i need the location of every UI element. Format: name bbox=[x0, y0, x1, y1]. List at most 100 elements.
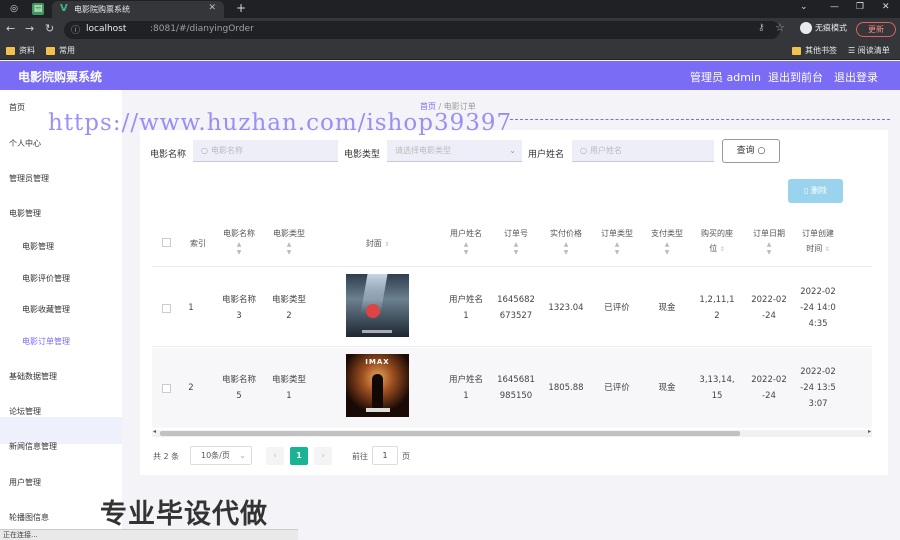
movie-poster-image[interactable]: IMAX bbox=[346, 354, 409, 417]
page-size-select[interactable]: 10条/页 ⌄ bbox=[190, 446, 252, 465]
col-movie-name[interactable]: 电影名称 ▲ ▼ bbox=[216, 226, 262, 257]
movie-type-label: 电影类型 bbox=[344, 150, 381, 160]
reading-list[interactable]: ☰ 阅读清单 bbox=[848, 45, 890, 56]
sidebar-item-carousel[interactable]: 轮播图信息 bbox=[9, 512, 49, 523]
close-window-icon[interactable]: ✕ bbox=[882, 2, 890, 12]
col-price[interactable]: 实付价格 ▲ ▼ bbox=[543, 226, 589, 257]
query-label: 查询 bbox=[736, 146, 755, 156]
scrollbar-thumb[interactable] bbox=[160, 431, 740, 436]
row-checkbox[interactable] bbox=[162, 304, 171, 313]
query-button[interactable]: 查询 ○ bbox=[722, 139, 780, 163]
sort-icon[interactable]: ▲ ▼ bbox=[494, 241, 538, 257]
sidebar-sub-movie-favorite[interactable]: 电影收藏管理 bbox=[22, 304, 70, 315]
cell-line: -24 14:0 bbox=[800, 303, 836, 313]
cell-line: 电影类型 bbox=[271, 295, 306, 305]
cell-line: 电影类型 bbox=[271, 375, 306, 385]
sort-icon[interactable]: ▲ ▼ bbox=[644, 241, 690, 257]
bookmark-star-icon[interactable]: ☆ bbox=[775, 21, 785, 34]
col-order-date[interactable]: 订单日期 ▲ ▼ bbox=[746, 226, 792, 257]
url-field[interactable]: ⓘ localhost :8081/#/dianyingOrder bbox=[64, 21, 780, 39]
browser-tab-active[interactable]: V 电影院购票系统 ✕ bbox=[52, 1, 224, 18]
poster-figure bbox=[372, 374, 383, 408]
sort-icon[interactable]: ⇕ bbox=[384, 241, 389, 248]
sidebar-sub-movie-order[interactable]: 电影订单管理 bbox=[22, 336, 70, 347]
sort-icon[interactable]: ▲ ▼ bbox=[746, 241, 792, 257]
tab-search-icon[interactable]: ⌄ bbox=[800, 2, 808, 12]
address-bar: ← → ↻ ⓘ localhost :8081/#/dianyingOrder … bbox=[0, 18, 900, 42]
select-all-checkbox[interactable] bbox=[162, 238, 171, 247]
bookmarks-bar: 资料 常用 其他书签 ☰ 阅读清单 bbox=[0, 42, 900, 60]
sidebar-sub-movie-review[interactable]: 电影评价管理 bbox=[22, 273, 70, 284]
scroll-right-icon[interactable]: ▸ bbox=[868, 428, 871, 435]
sidebar-sub-movie-manage[interactable]: 电影管理 bbox=[22, 241, 54, 252]
site-info-icon[interactable]: ⓘ bbox=[71, 23, 80, 36]
cell-user-name: 用户姓名 1 bbox=[444, 372, 488, 404]
col-label: 订单创建 bbox=[802, 229, 834, 238]
movie-type-placeholder: 请选择电影类型 bbox=[395, 146, 451, 155]
movie-type-select[interactable]: 请选择电影类型 ⌄ bbox=[387, 140, 522, 162]
logout-link[interactable]: 退出登录 bbox=[834, 69, 878, 85]
col-order-type[interactable]: 订单类型 ▲ ▼ bbox=[594, 226, 640, 257]
col-order-no[interactable]: 订单号 ▲ ▼ bbox=[494, 226, 538, 257]
col-user-name[interactable]: 用户姓名 ▲ ▼ bbox=[444, 226, 488, 257]
scroll-left-icon[interactable]: ◂ bbox=[153, 428, 156, 435]
sidebar-item-home[interactable]: 首页 bbox=[9, 102, 25, 113]
goto-page-input[interactable]: 1 bbox=[372, 446, 398, 465]
back-icon[interactable]: ← bbox=[6, 22, 15, 35]
cell-line: 1 bbox=[463, 311, 469, 321]
col-created[interactable]: 订单创建 时间 ⇕ bbox=[796, 226, 840, 257]
movie-poster-image[interactable] bbox=[346, 274, 409, 337]
forward-icon[interactable]: → bbox=[25, 22, 34, 35]
page-number-current[interactable]: 1 bbox=[290, 447, 308, 465]
watermark-underline bbox=[510, 119, 890, 120]
col-seats[interactable]: 购买的座位 ⇕ bbox=[694, 226, 740, 257]
to-front-link[interactable]: 退出到前台 bbox=[768, 69, 823, 85]
sort-icon[interactable]: ▲ ▼ bbox=[543, 241, 589, 257]
cell-line: 1 bbox=[463, 391, 469, 401]
sidebar-item-news[interactable]: 新闻信息管理 bbox=[9, 441, 57, 452]
prev-page-button[interactable]: ‹ bbox=[266, 447, 284, 465]
sort-icon[interactable]: ▲ ▼ bbox=[266, 241, 312, 257]
col-pay-type[interactable]: 支付类型 ▲ ▼ bbox=[644, 226, 690, 257]
header-divider bbox=[152, 266, 872, 267]
col-label: 购买的座 bbox=[701, 229, 733, 238]
movie-name-input[interactable]: ○ 电影名称 bbox=[193, 140, 338, 162]
col-cover[interactable]: 封面 ⇕ bbox=[350, 236, 405, 252]
sidebar-item-forum[interactable]: 论坛管理 bbox=[9, 406, 41, 417]
key-icon[interactable]: ⚷ bbox=[758, 23, 765, 33]
next-page-button[interactable]: › bbox=[314, 447, 332, 465]
incognito-indicator[interactable]: 无痕模式 bbox=[800, 22, 847, 34]
sort-icon[interactable]: ▲ ▼ bbox=[216, 241, 262, 257]
sort-icon[interactable]: ▲ ▼ bbox=[444, 241, 488, 257]
cell-seats: 1,2,11,1 2 bbox=[694, 292, 740, 324]
bookmark-folder-changyong[interactable]: 常用 bbox=[46, 45, 75, 56]
col-movie-type[interactable]: 电影类型 ▲ ▼ bbox=[266, 226, 312, 257]
delete-button[interactable]: ▯ 删除 bbox=[788, 179, 843, 203]
globe-icon[interactable]: ◎ bbox=[8, 3, 20, 15]
reload-icon[interactable]: ↻ bbox=[45, 22, 54, 35]
cell-line: 985150 bbox=[499, 391, 533, 401]
sheet-tab-icon[interactable]: ▤ bbox=[32, 3, 44, 15]
sidebar-item-basic-data[interactable]: 基础数据管理 bbox=[9, 371, 57, 382]
sidebar-item-profile[interactable]: 个人中心 bbox=[9, 138, 41, 149]
new-tab-icon[interactable]: + bbox=[236, 1, 246, 15]
sidebar-item-admins[interactable]: 管理员管理 bbox=[9, 173, 49, 184]
bookmark-folder-ziliao[interactable]: 资料 bbox=[6, 45, 35, 56]
sort-icon[interactable]: ▲ ▼ bbox=[594, 241, 640, 257]
sort-icon[interactable]: ⇕ bbox=[825, 246, 830, 253]
update-button[interactable]: 更新 bbox=[856, 22, 896, 37]
cell-line: 673527 bbox=[499, 311, 533, 321]
sidebar-item-users[interactable]: 用户管理 bbox=[9, 477, 41, 488]
bookmark-folder-other[interactable]: 其他书签 bbox=[792, 45, 837, 56]
sidebar-item-movies[interactable]: 电影管理 bbox=[9, 208, 41, 219]
close-tab-icon[interactable]: ✕ bbox=[208, 3, 216, 13]
table-horizontal-scrollbar[interactable]: ◂ ▸ bbox=[152, 428, 872, 437]
minimize-icon[interactable]: — bbox=[830, 2, 839, 12]
browser-tab-title: 电影院购票系统 bbox=[74, 5, 130, 14]
restore-icon[interactable]: ❐ bbox=[856, 2, 864, 12]
row-checkbox[interactable] bbox=[162, 384, 171, 393]
sort-icon[interactable]: ⇕ bbox=[720, 246, 725, 253]
pagination-total: 共 2 条 bbox=[153, 452, 180, 461]
user-name-input[interactable]: ○ 用户姓名 bbox=[572, 140, 714, 162]
cell-line: 用户姓名 bbox=[448, 375, 483, 385]
